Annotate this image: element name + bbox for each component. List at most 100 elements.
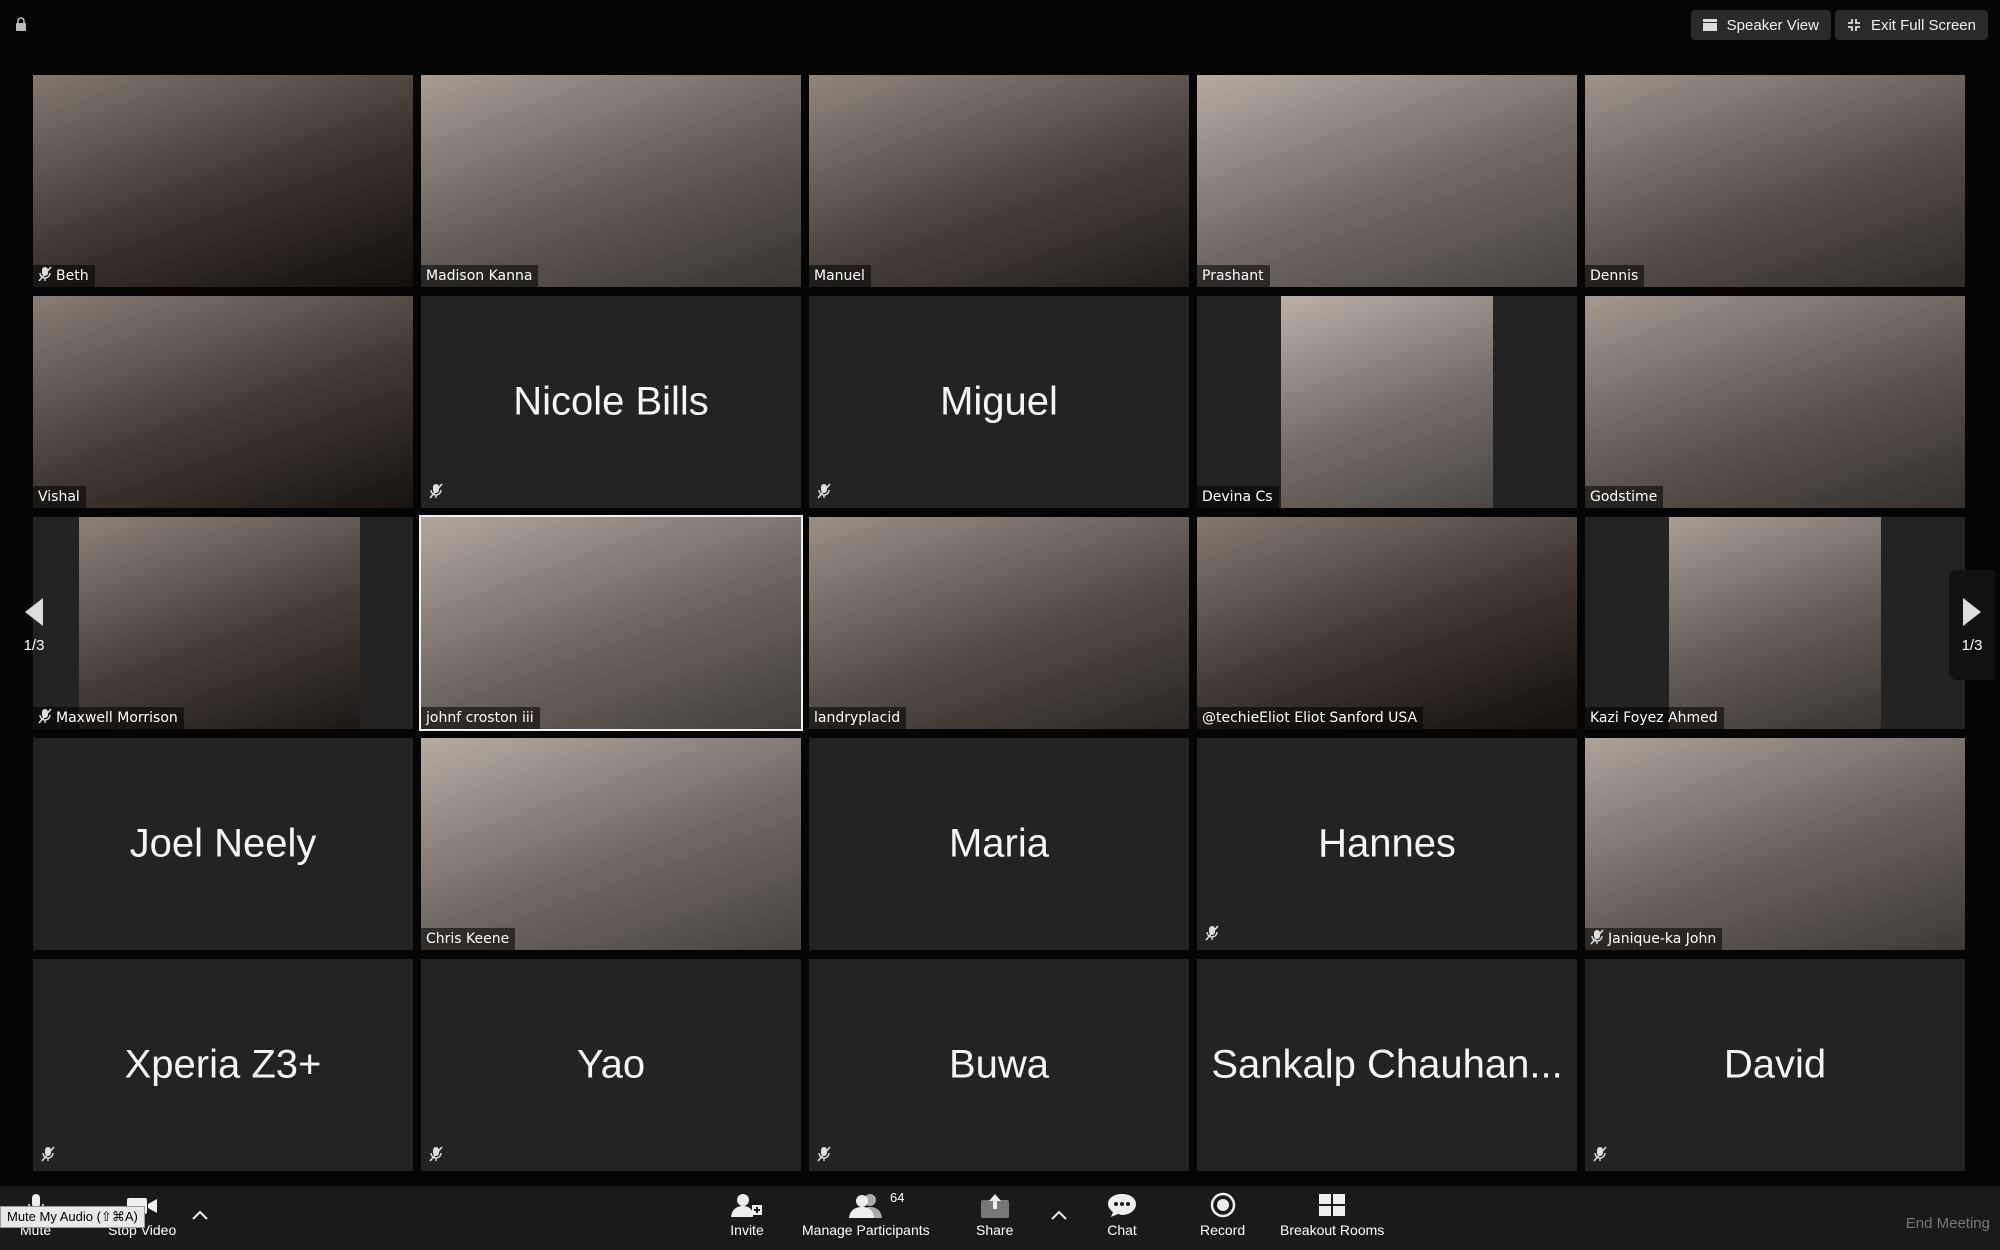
participant-tile[interactable]: landryplacid [809,517,1189,729]
participant-tile[interactable]: Sankalp Chauhan... [1197,959,1577,1171]
participant-name: Xperia Z3+ [124,1042,322,1087]
participant-name: johnf croston iii [426,710,534,726]
speaker-view-icon [1702,19,1717,31]
speaker-view-button[interactable]: Speaker View [1690,10,1831,40]
participant-tile[interactable]: Buwa [809,959,1189,1171]
participant-tile[interactable]: Madison Kanna [421,75,801,287]
next-page-button[interactable]: 1/3 [1949,570,1995,680]
participant-name: Joel Neely [129,821,317,866]
chat-label: Chat [1107,1222,1137,1238]
page-indicator-right: 1/3 [1961,636,1983,654]
chevron-left-icon [25,597,43,626]
participant-tile[interactable]: Kazi Foyez Ahmed [1585,517,1965,729]
participant-name-label: johnf croston iii [421,707,540,729]
participant-name: Vishal [38,489,80,505]
chat-button[interactable]: Chat [1106,1192,1138,1238]
participant-name: @techieEliot Eliot Sanford USA [1202,710,1418,726]
participant-video [78,517,360,729]
exit-full-screen-label: Exit Full Screen [1870,16,1976,34]
mute-tooltip: Mute My Audio (⇧⌘A) [0,1206,145,1228]
top-controls: Speaker View Exit Full Screen [1690,10,1988,40]
participant-tile[interactable]: David [1585,959,1965,1171]
participant-name: Maxwell Morrison [56,710,178,726]
participant-tile[interactable]: Prashant [1197,75,1577,287]
invite-button[interactable]: Invite [730,1192,764,1238]
participant-name-label: Beth [33,265,95,287]
participant-tile[interactable]: Janique-ka John [1585,738,1965,950]
participant-name: Beth [56,268,89,284]
participant-name: Nicole Bills [513,379,709,424]
share-screen-icon [980,1194,1009,1218]
video-options-chevron-up-icon[interactable] [190,1208,210,1222]
participant-tile[interactable]: Maxwell Morrison [33,517,413,729]
participant-name: David [1723,1042,1827,1087]
participant-name: landryplacid [814,710,901,726]
participants-icon [848,1194,882,1218]
participant-name-label: Prashant [1197,265,1270,287]
participant-tile[interactable]: Manuel [809,75,1189,287]
participant-name: Chris Keene [426,931,510,947]
participant-tile[interactable]: Vishal [33,296,413,508]
participant-video [33,296,413,508]
participant-name: Buwa [948,1042,1050,1087]
participant-name-label: Madison Kanna [421,265,539,287]
muted-mic-icon [1593,1146,1607,1167]
participant-name: Hannes [1318,821,1456,866]
participant-video [809,517,1189,729]
muted-mic-icon [1590,929,1604,949]
share-button[interactable]: Share [976,1192,1013,1238]
participant-video [33,75,413,287]
breakout-rooms-label: Breakout Rooms [1280,1222,1385,1238]
participant-name-label: Chris Keene [421,928,516,950]
participant-video [1585,296,1965,508]
muted-mic-icon [817,1146,831,1167]
breakout-rooms-button[interactable]: Breakout Rooms [1280,1192,1384,1238]
participant-name-label: Maxwell Morrison [33,707,184,729]
participant-tile[interactable]: Beth [33,75,413,287]
participant-name: Dennis [1590,268,1639,284]
lock-icon [16,17,26,31]
participant-tile[interactable]: Godstime [1585,296,1965,508]
participant-name: Sankalp Chauhan... [1211,1042,1563,1087]
participant-name: Janique-ka John [1608,931,1717,947]
participant-video [421,75,801,287]
participant-tile[interactable]: Xperia Z3+ [33,959,413,1171]
participant-tile[interactable]: Yao [421,959,801,1171]
exit-full-screen-button[interactable]: Exit Full Screen [1834,10,1988,40]
participant-tile[interactable]: Dennis [1585,75,1965,287]
participant-tile[interactable]: @techieEliot Eliot Sanford USA [1197,517,1577,729]
chat-bubble-icon [1108,1194,1136,1217]
muted-mic-icon [429,1146,443,1167]
manage-participants-button[interactable]: Manage Participants 64 [802,1190,930,1238]
participant-name: Prashant [1202,268,1264,284]
participant-video [1197,517,1577,729]
participant-name-label: landryplacid [809,707,907,729]
participant-name: Miguel [940,379,1058,424]
participant-video [1585,75,1965,287]
participant-tile[interactable]: Chris Keene [421,738,801,950]
participant-tile[interactable]: Nicole Bills [421,296,801,508]
participant-name: Madison Kanna [426,268,533,284]
participant-name: Kazi Foyez Ahmed [1590,710,1718,726]
muted-mic-icon [41,1146,55,1167]
participant-tile[interactable]: Joel Neely [33,738,413,950]
participant-tile[interactable]: johnf croston iii [419,515,803,731]
participant-name-label: Dennis [1585,265,1645,287]
participant-tile[interactable]: Devina Cs [1197,296,1577,508]
participant-name-label: @techieEliot Eliot Sanford USA [1197,707,1424,729]
participant-name: Godstime [1590,489,1658,505]
participant-tile[interactable]: Miguel [809,296,1189,508]
share-options-chevron-up-icon[interactable] [1049,1208,1069,1222]
participant-name-label: Kazi Foyez Ahmed [1585,707,1724,729]
end-meeting-button[interactable]: End Meeting [1906,1215,1990,1232]
record-button[interactable]: Record [1200,1192,1245,1238]
participant-name-label: Godstime [1585,486,1664,508]
participant-tile[interactable]: Hannes [1197,738,1577,950]
meeting-toolbar: Mute Stop Video Invite Manage Participan… [0,1186,2000,1250]
muted-mic-icon [38,708,52,728]
participant-video [421,738,801,950]
participant-tile[interactable]: Maria [809,738,1189,950]
previous-page-button[interactable]: 1/3 [11,570,57,680]
participant-name-label: Vishal [33,486,86,508]
participant-video [1280,296,1494,508]
